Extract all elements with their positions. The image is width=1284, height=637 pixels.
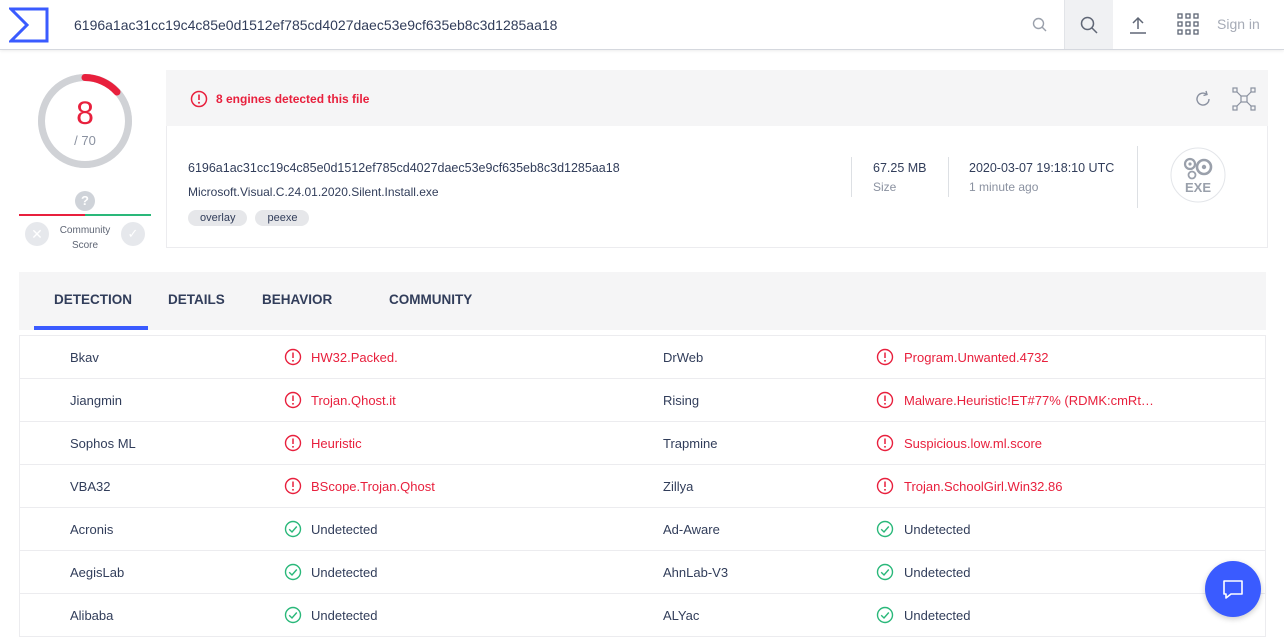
graph-icon[interactable]	[1232, 87, 1256, 111]
total-engines: / 70	[74, 133, 96, 148]
file-summary: 6196a1ac31cc19c4c85e0d1512ef785cd4027dae…	[166, 126, 1268, 248]
malicious-icon	[876, 391, 894, 409]
virustotal-logo-icon[interactable]	[9, 7, 49, 43]
help-icon[interactable]: ?	[75, 191, 95, 211]
detection-result: Malware.Heuristic!ET#77% (RDMK:cmRt…	[904, 393, 1154, 408]
chat-icon	[1223, 580, 1243, 599]
malicious-icon	[876, 434, 894, 452]
search-button[interactable]	[1064, 0, 1113, 49]
search-input[interactable]	[62, 6, 1022, 44]
detection-summary-header: 8 engines detected this file	[166, 70, 1268, 126]
file-size-value: 67.25 MB	[873, 161, 927, 175]
divider	[851, 157, 852, 197]
engine-name: Jiangmin	[70, 393, 123, 408]
tab-details[interactable]: DETAILS	[168, 292, 225, 307]
vote-harmless-icon[interactable]: ✓	[121, 222, 145, 246]
top-bar: Sign in	[0, 0, 1284, 50]
table-row: Acronis Undetected Ad-Aware Undetected	[19, 508, 1266, 551]
engine-name: Bkav	[70, 350, 99, 365]
undetected-check-icon	[284, 520, 302, 538]
table-row: Alibaba Undetected ALYac Undetected	[19, 594, 1266, 637]
community-score-label: Community Score	[59, 225, 111, 251]
malicious-icon	[876, 477, 894, 495]
tag-peexe[interactable]: peexe	[255, 210, 310, 226]
malicious-icon	[284, 391, 302, 409]
engine-name: Alibaba	[70, 608, 114, 623]
detection-result: Undetected	[904, 522, 971, 537]
upload-icon	[1130, 16, 1146, 34]
engine-name: DrWeb	[663, 350, 704, 365]
detection-result: Trojan.Qhost.it	[311, 393, 396, 408]
tab-detection[interactable]: DETECTION	[54, 292, 132, 307]
detection-result: Undetected	[311, 565, 378, 580]
engine-name: AhnLab-V3	[663, 565, 729, 580]
detected-count: 8	[76, 95, 94, 131]
detection-result: BScope.Trojan.Qhost	[311, 479, 435, 494]
chat-button[interactable]	[1205, 561, 1261, 617]
alert-icon	[190, 90, 208, 108]
malicious-icon	[284, 348, 302, 366]
undetected-check-icon	[876, 606, 894, 624]
engine-name: VBA32	[70, 479, 111, 494]
undetected-check-icon	[876, 563, 894, 581]
engine-name: Sophos ML	[70, 436, 136, 451]
detection-result: Suspicious.low.ml.score	[904, 436, 1042, 451]
undetected-check-icon	[284, 606, 302, 624]
apps-grid-icon[interactable]	[1176, 12, 1200, 36]
community-score-bar	[19, 214, 151, 216]
detection-result: Undetected	[311, 608, 378, 623]
malicious-icon	[284, 477, 302, 495]
tag-overlay[interactable]: overlay	[188, 210, 248, 226]
engine-name: Acronis	[70, 522, 114, 537]
table-row: Bkav HW32.Packed. DrWeb Program.Unwanted.47…	[19, 336, 1266, 379]
detection-result: Undetected	[904, 608, 971, 623]
detections-table: Bkav HW32.Packed. DrWeb Program.Unwanted.47…	[19, 335, 1266, 637]
analysis-date: 2020-03-07 19:18:10 UTC	[969, 161, 1115, 175]
community-score: ? ✕ Community Score ✓	[19, 190, 151, 254]
detection-score: 8 / 70	[34, 70, 136, 172]
engine-name: ALYac	[663, 608, 700, 623]
malicious-icon	[284, 434, 302, 452]
table-row: VBA32 BScope.Trojan.Qhost Zillya Trojan.Sch…	[19, 465, 1266, 508]
detection-result: Undetected	[904, 565, 971, 580]
sign-in-link[interactable]: Sign in	[1217, 16, 1260, 32]
table-row: Jiangmin Trojan.Qhost.it Rising Malware.Heu…	[19, 379, 1266, 422]
engine-name: Ad-Aware	[663, 522, 720, 537]
detection-result: Undetected	[311, 522, 378, 537]
file-hash[interactable]: 6196a1ac31cc19c4c85e0d1512ef785cd4027dae…	[188, 161, 620, 175]
upload-button[interactable]	[1124, 13, 1152, 37]
undetected-check-icon	[876, 520, 894, 538]
detection-result: HW32.Packed.	[311, 350, 398, 365]
detection-result: Program.Unwanted.4732	[904, 350, 1049, 365]
table-row: AegisLab Undetected AhnLab-V3 Undetected	[19, 551, 1266, 594]
file-name: Microsoft.Visual.C.24.01.2020.Silent.Ins…	[188, 185, 439, 199]
undetected-check-icon	[284, 563, 302, 581]
file-tags: overlay peexe	[188, 210, 310, 226]
detection-alert: 8 engines detected this file	[216, 92, 370, 106]
table-row: Sophos ML Heuristic Trapmine Suspicious.low…	[19, 422, 1266, 465]
detection-result: Heuristic	[311, 436, 362, 451]
detection-result: Trojan.SchoolGirl.Win32.86	[904, 479, 1063, 494]
engine-name: Zillya	[663, 479, 694, 494]
active-tab-indicator	[34, 326, 148, 330]
tab-behavior[interactable]: BEHAVIOR	[262, 292, 332, 307]
exe-file-type-icon: EXE	[1170, 147, 1226, 203]
engine-name: Trapmine	[663, 436, 718, 451]
divider	[948, 157, 949, 197]
search-icon	[1080, 16, 1098, 34]
vote-malicious-icon[interactable]: ✕	[25, 222, 49, 246]
report-tabs: DETECTION DETAILS BEHAVIOR COMMUNITY	[19, 272, 1266, 330]
search-icon[interactable]	[1031, 16, 1049, 34]
malicious-icon	[876, 348, 894, 366]
tab-community[interactable]: COMMUNITY	[389, 292, 472, 307]
analysis-date-relative: 1 minute ago	[969, 180, 1039, 194]
file-size-label: Size	[873, 180, 897, 194]
file-type-label: EXE	[1185, 180, 1211, 195]
reanalyze-icon[interactable]	[1193, 89, 1213, 109]
divider	[1137, 146, 1138, 208]
engine-name: Rising	[663, 393, 700, 408]
engine-name: AegisLab	[70, 565, 125, 580]
